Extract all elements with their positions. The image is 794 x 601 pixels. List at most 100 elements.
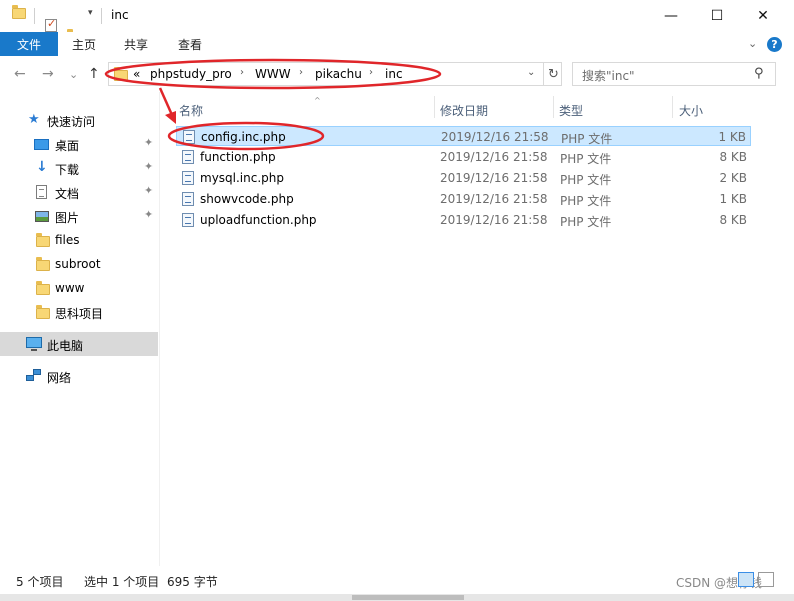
nav-item-cisco-project[interactable]: 思科项目 (0, 300, 158, 324)
pin-icon: ✦ (144, 184, 154, 197)
column-header-label: 大小 (679, 104, 704, 118)
selection-size: 695 字节 (167, 575, 218, 589)
navigation-pane: ★ 快速访问 桌面 ✦ ↓ 下载 ✦ 文档 ✦ 图片 ✦ files subro… (0, 92, 160, 566)
php-file-icon (183, 130, 195, 144)
nav-item-subroot[interactable]: subroot (0, 252, 158, 276)
refresh-button[interactable]: ↻ (543, 63, 563, 85)
file-type: PHP 文件 (560, 194, 612, 208)
search-icon[interactable]: ⚲ (754, 66, 764, 81)
nav-item-label: 思科项目 (55, 307, 104, 321)
php-file-icon (182, 192, 194, 206)
computer-icon (26, 337, 42, 351)
nav-item-documents[interactable]: 文档 ✦ (0, 180, 158, 204)
tab-share[interactable]: 共享 (124, 36, 148, 53)
pin-icon: ✦ (144, 208, 154, 221)
folder-icon (12, 5, 26, 19)
folder-icon (36, 257, 50, 271)
file-date: 2019/12/16 21:58 (440, 213, 548, 227)
nav-item-label: 图片 (55, 211, 80, 225)
network-icon (26, 369, 42, 382)
breadcrumb-separator[interactable]: › (369, 67, 373, 78)
up-button[interactable]: ↑ (88, 66, 100, 82)
pin-icon: ✦ (144, 136, 154, 149)
window-title: inc (111, 8, 129, 22)
file-date: 2019/12/16 21:58 (440, 192, 548, 206)
large-icons-view-icon[interactable] (758, 572, 774, 587)
column-header-size[interactable]: 大小 (673, 96, 753, 118)
search-input[interactable]: 搜索"inc" ⚲ (572, 62, 776, 86)
nav-item-this-pc[interactable]: 此电脑 (0, 332, 158, 356)
file-row-function-php[interactable]: function.php 2019/12/16 21:58 PHP 文件 8 K… (176, 147, 751, 167)
tab-home[interactable]: 主页 (72, 36, 96, 53)
nav-item-label: 此电脑 (47, 339, 84, 353)
nav-item-label: 文档 (55, 187, 80, 201)
pin-icon: ✦ (144, 160, 154, 173)
tab-file[interactable]: 文件 (0, 32, 58, 56)
address-row: ← → ⌄ ↑ « phpstudy_pro › WWW › pikachu ›… (0, 56, 794, 92)
file-size: 8 KB (719, 213, 747, 227)
breadcrumb-phpstudy-pro[interactable]: phpstudy_pro (150, 67, 232, 81)
breadcrumb-www[interactable]: WWW (255, 67, 291, 81)
tab-view[interactable]: 查看 (178, 36, 202, 53)
file-row-mysql-inc-php[interactable]: mysql.inc.php 2019/12/16 21:58 PHP 文件 2 … (176, 168, 751, 188)
column-header-label: 类型 (559, 104, 584, 118)
nav-item-desktop[interactable]: 桌面 ✦ (0, 132, 158, 156)
desktop-icon (34, 139, 49, 150)
toolbar-divider (34, 8, 35, 24)
forward-button[interactable]: → (42, 66, 54, 82)
address-dropdown-icon[interactable]: ⌄ (527, 67, 535, 78)
breadcrumb-separator[interactable]: › (299, 67, 303, 78)
minimize-button[interactable]: — (648, 0, 694, 32)
file-date: 2019/12/16 21:58 (441, 130, 549, 144)
pictures-icon (35, 211, 49, 222)
customize-toolbar-dropdown[interactable]: ▾ (88, 8, 93, 18)
toolbar-divider (101, 8, 102, 24)
folder-icon (36, 233, 50, 247)
file-type: PHP 文件 (560, 215, 612, 229)
nav-item-network[interactable]: 网络 (0, 364, 158, 388)
document-icon (36, 185, 47, 199)
column-header-type[interactable]: 类型 (554, 96, 672, 118)
folder-icon (36, 281, 50, 295)
scrollbar-thumb[interactable] (352, 595, 464, 600)
breadcrumb-inc[interactable]: inc (385, 67, 403, 81)
properties-icon[interactable] (45, 17, 57, 32)
expand-ribbon-icon[interactable]: ⌄ (748, 37, 757, 50)
file-size: 8 KB (719, 150, 747, 164)
horizontal-scrollbar[interactable] (0, 594, 794, 601)
recent-locations-button[interactable]: ⌄ (69, 68, 78, 81)
nav-item-downloads[interactable]: ↓ 下载 ✦ (0, 156, 158, 180)
nav-item-label: 下载 (55, 163, 80, 177)
nav-item-quick-access[interactable]: ★ 快速访问 (0, 108, 158, 132)
nav-item-files[interactable]: files (0, 228, 158, 252)
file-row-showvcode-php[interactable]: showvcode.php 2019/12/16 21:58 PHP 文件 1 … (176, 189, 751, 209)
file-size: 1 KB (718, 130, 746, 144)
file-name: config.inc.php (201, 130, 286, 144)
breadcrumb-overflow[interactable]: « (133, 67, 140, 81)
column-header-label: 名称 (179, 104, 204, 118)
column-header-name[interactable]: ^ 名称 (176, 96, 434, 118)
help-icon[interactable]: ? (767, 37, 782, 52)
back-button[interactable]: ← (14, 66, 26, 82)
file-row-config-inc-php[interactable]: config.inc.php 2019/12/16 21:58 PHP 文件 1… (176, 126, 751, 146)
file-type: PHP 文件 (561, 132, 613, 146)
nav-item-pictures[interactable]: 图片 ✦ (0, 204, 158, 228)
file-name: showvcode.php (200, 192, 294, 206)
close-button[interactable]: ✕ (740, 0, 786, 32)
file-name: mysql.inc.php (200, 171, 284, 185)
title-bar: ▾ inc — ☐ ✕ (0, 0, 794, 43)
breadcrumb-pikachu[interactable]: pikachu (315, 67, 362, 81)
file-row-uploadfunction-php[interactable]: uploadfunction.php 2019/12/16 21:58 PHP … (176, 210, 751, 230)
file-type: PHP 文件 (560, 173, 612, 187)
file-date: 2019/12/16 21:58 (440, 150, 548, 164)
address-bar[interactable]: « phpstudy_pro › WWW › pikachu › inc ⌄ ↻ (108, 62, 562, 86)
column-header-date[interactable]: 修改日期 (435, 96, 553, 118)
star-icon: ★ (28, 112, 40, 127)
ribbon-tabs: 文件 主页 共享 查看 ⌄ ? (0, 32, 794, 56)
maximize-button[interactable]: ☐ (694, 0, 740, 32)
breadcrumb-separator[interactable]: › (240, 67, 244, 78)
nav-item-label: 桌面 (55, 139, 80, 153)
folder-icon (36, 305, 50, 319)
nav-item-www[interactable]: www (0, 276, 158, 300)
details-view-icon[interactable] (738, 572, 754, 587)
